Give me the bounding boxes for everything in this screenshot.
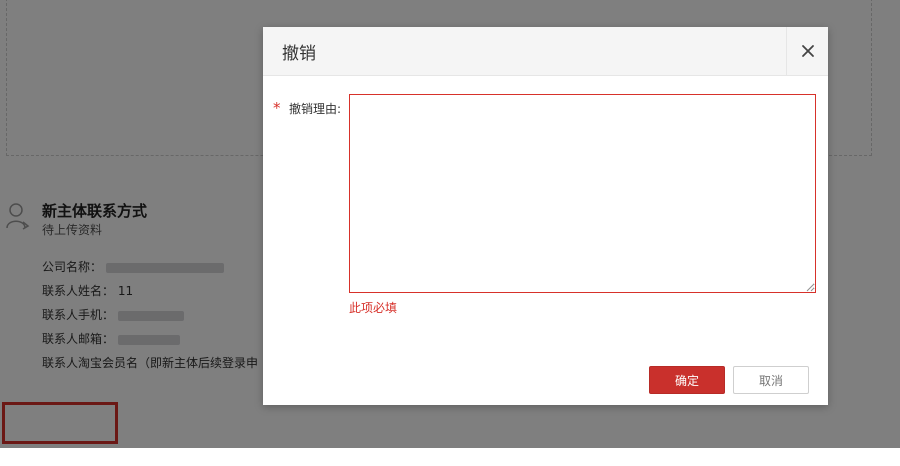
revoke-dialog: 撤销 * 撤销理由: 此项必填 确定 取消 xyxy=(263,27,828,405)
resize-handle-icon[interactable] xyxy=(805,282,815,292)
validation-error: 此项必填 xyxy=(349,301,398,315)
required-asterisk: * xyxy=(273,99,281,117)
cancel-button[interactable]: 取消 xyxy=(733,366,809,394)
close-button[interactable] xyxy=(786,27,828,75)
reason-textarea[interactable] xyxy=(349,94,816,293)
reason-label: 撤销理由: xyxy=(289,102,342,116)
dialog-title: 撤销 xyxy=(282,44,316,64)
close-icon xyxy=(801,45,814,57)
dialog-header: 撤销 xyxy=(263,27,828,76)
confirm-button[interactable]: 确定 xyxy=(649,366,725,394)
